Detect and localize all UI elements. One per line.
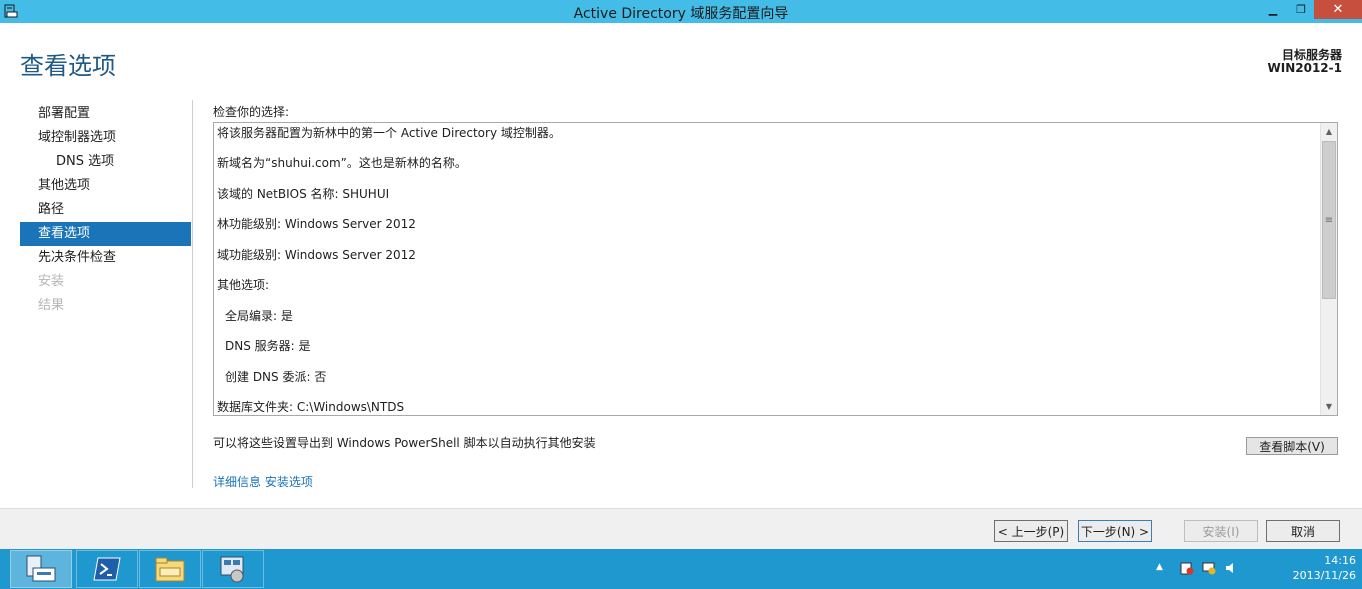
cancel-button[interactable]: 取消 [1266, 520, 1340, 542]
more-info: 详细信息 安装选项 [213, 473, 313, 490]
wizard-nav: 部署配置 域控制器选项 DNS 选项 其他选项 路径 查看选项 先决条件检查 安… [20, 102, 191, 318]
clock-date: 2013/11/26 [1292, 569, 1356, 582]
review-line: DNS 服务器: 是 [225, 339, 311, 353]
page-title: 查看选项 [20, 52, 116, 80]
wizard-footer: < 上一步(P) 下一步(N) > 安装(I) 取消 [0, 508, 1362, 549]
scroll-thumb[interactable]: ≡ [1322, 141, 1336, 299]
nav-divider [192, 100, 193, 488]
nav-item-review-options[interactable]: 查看选项 [20, 222, 191, 246]
system-tray: ▲ 14:16 2013/11/26 [1152, 549, 1362, 589]
target-server-name: WIN2012-1 [1267, 61, 1342, 75]
install-options-link[interactable]: 安装选项 [265, 475, 313, 489]
review-line: 数据库文件夹: C:\Windows\NTDS [217, 400, 405, 414]
review-text-box[interactable]: 将该服务器配置为新林中的第一个 Active Directory 域控制器。 新… [213, 122, 1338, 416]
previous-button[interactable]: < 上一步(P) [994, 520, 1068, 542]
minimize-icon: ▁ [1268, 3, 1278, 16]
review-line: 将该服务器配置为新林中的第一个 Active Directory 域控制器。 [217, 126, 561, 140]
nav-item-additional-options[interactable]: 其他选项 [20, 174, 191, 198]
action-center-icon[interactable] [1180, 561, 1194, 575]
view-script-button[interactable]: 查看脚本(V) [1246, 437, 1338, 455]
close-icon: ✕ [1332, 2, 1344, 17]
nav-item-installation: 安装 [38, 274, 65, 289]
next-button[interactable]: 下一步(N) > [1078, 520, 1152, 542]
maximize-button[interactable]: ❐ [1288, 0, 1314, 19]
review-line: 全局编录: 是 [225, 309, 293, 323]
nav-item-deployment[interactable]: 部署配置 [20, 102, 191, 126]
review-line: 其他选项: [217, 278, 270, 292]
tray-expand-icon[interactable]: ▲ [1156, 562, 1163, 572]
window-title: Active Directory 域服务配置向导 [573, 6, 789, 22]
title-bar: Active Directory 域服务配置向导 ▁ ❐ ✕ [0, 0, 1362, 23]
nav-item-prerequisites[interactable]: 先决条件检查 [20, 246, 191, 270]
clock[interactable]: 14:16 2013/11/26 [1293, 553, 1356, 583]
clock-time: 14:16 [1324, 554, 1356, 567]
install-button: 安装(I) [1184, 520, 1258, 542]
network-icon[interactable] [1202, 561, 1216, 575]
server-manager-icon [26, 555, 56, 582]
review-line: 域功能级别: Windows Server 2012 [217, 248, 416, 262]
scroll-down-icon[interactable]: ▼ [1321, 398, 1337, 415]
review-line: 新域名为“shuhui.com”。这也是新林的名称。 [217, 156, 467, 170]
export-hint: 可以将这些设置导出到 Windows PowerShell 脚本以自动执行其他安… [213, 436, 596, 450]
nav-item-paths[interactable]: 路径 [20, 198, 191, 222]
powershell-icon [93, 557, 121, 581]
nav-item-dns-options[interactable]: DNS 选项 [20, 150, 191, 174]
review-heading: 检查你的选择: [213, 105, 290, 119]
minimize-button[interactable]: ▁ [1260, 0, 1286, 19]
maximize-icon: ❐ [1296, 3, 1306, 16]
volume-icon[interactable] [1224, 561, 1238, 575]
review-line: 该域的 NetBIOS 名称: SHUHUI [217, 187, 390, 201]
admin-tools-icon [220, 556, 244, 583]
taskbar-powershell[interactable] [76, 550, 138, 588]
grip-icon: ≡ [1324, 214, 1334, 226]
review-line: 创建 DNS 委派: 否 [225, 370, 327, 384]
taskbar-file-explorer[interactable] [139, 550, 201, 588]
taskbar-admin-tools[interactable] [202, 550, 264, 588]
taskbar-server-manager[interactable] [10, 550, 72, 588]
review-scrollbar[interactable]: ▲ ≡ ▼ [1320, 123, 1337, 415]
nav-item-results: 结果 [38, 298, 65, 313]
more-info-prefix: 详细信息 [213, 475, 262, 489]
taskbar: ▲ 14:16 2013/11/26 [0, 549, 1362, 589]
close-button[interactable]: ✕ [1314, 0, 1362, 19]
folder-icon [155, 557, 185, 582]
scroll-up-icon[interactable]: ▲ [1321, 123, 1337, 140]
nav-item-dc-options[interactable]: 域控制器选项 [20, 126, 191, 150]
review-line: 林功能级别: Windows Server 2012 [217, 217, 416, 231]
